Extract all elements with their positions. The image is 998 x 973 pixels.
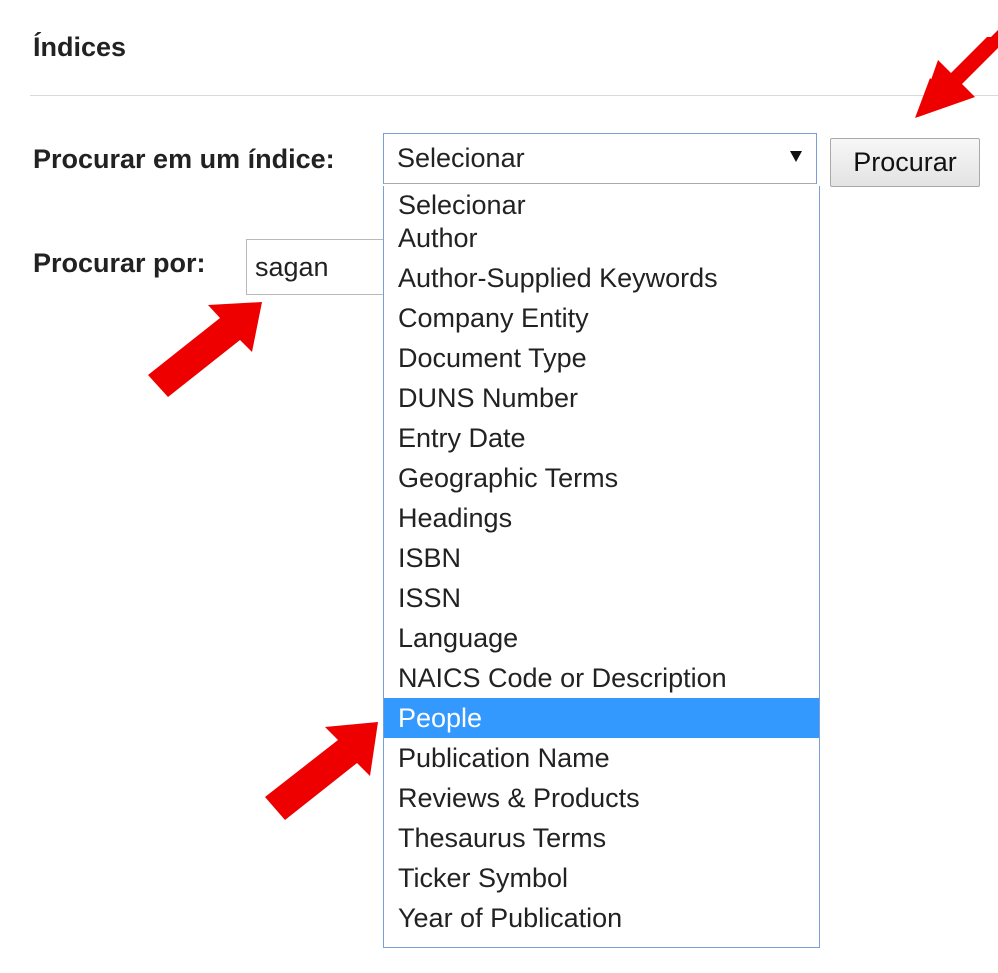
indices-page: Índices Procurar em um índice: Seleciona… bbox=[0, 0, 998, 973]
annotation-arrow-icon bbox=[918, 37, 998, 117]
